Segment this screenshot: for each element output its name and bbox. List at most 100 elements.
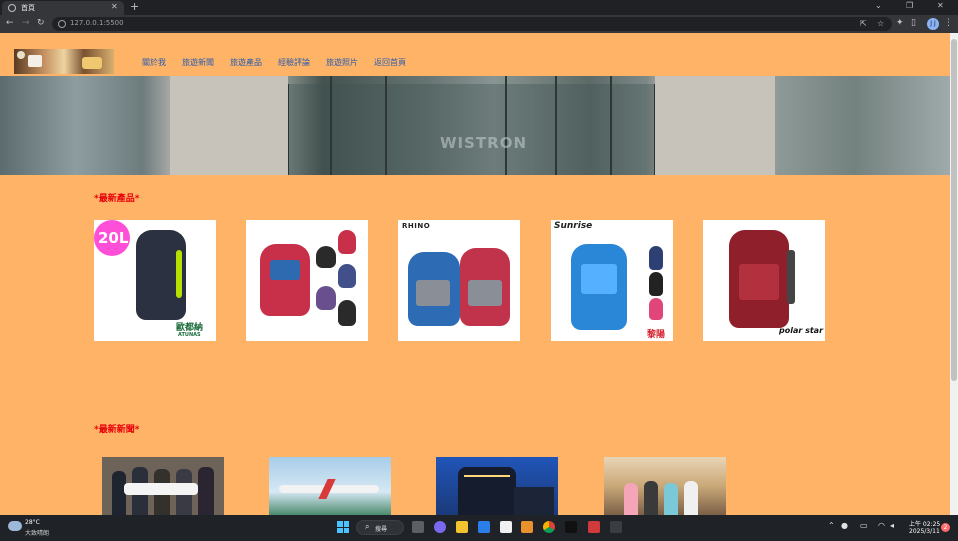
search-label: 搜尋 <box>375 526 388 533</box>
weather-icon[interactable] <box>8 521 22 531</box>
nav-travel-news[interactable]: 旅遊新聞 <box>182 57 214 68</box>
sublime-icon[interactable] <box>521 521 533 533</box>
display-icon[interactable]: ▭ <box>860 521 868 531</box>
sign-board <box>124 483 198 495</box>
banner-sign: WISTRON <box>440 134 528 152</box>
close-icon[interactable]: ✕ <box>111 2 118 11</box>
url-text: 127.0.0.1:5500 <box>70 19 124 27</box>
news-card[interactable] <box>102 457 224 515</box>
nav-reviews[interactable]: 經驗評論 <box>278 57 310 68</box>
extensions-icon[interactable]: ✦ <box>896 18 904 29</box>
building-wing <box>514 487 554 515</box>
minimize-icon[interactable]: ⌄ <box>875 1 882 10</box>
notepad-icon[interactable] <box>500 521 512 533</box>
banner-frame <box>555 76 557 175</box>
banner-pillar <box>170 76 288 175</box>
taskbar-search[interactable]: ⌕ 搜尋 <box>356 520 404 535</box>
scrollbar-thumb[interactable] <box>951 39 957 381</box>
person-figure <box>624 483 638 515</box>
person-figure <box>198 467 214 515</box>
reload-icon[interactable]: ↻ <box>37 18 45 29</box>
news-card[interactable] <box>604 457 726 515</box>
chevron-up-icon[interactable]: ⌃ <box>828 521 835 531</box>
backpack-thumb <box>649 298 663 320</box>
nav-home[interactable]: 返回首頁 <box>374 57 406 68</box>
url-input[interactable]: 127.0.0.1:5500 ⇱ ☆ <box>52 17 892 31</box>
main-nav: 關於我 旅遊新聞 旅遊產品 經驗評論 旅遊照片 返回首頁 <box>142 57 422 68</box>
back-icon[interactable]: ← <box>6 18 14 29</box>
backpack-pocket <box>468 280 502 306</box>
file-explorer-icon[interactable] <box>456 521 468 533</box>
task-view-icon[interactable] <box>412 521 424 533</box>
product-card[interactable]: RHINO <box>398 220 520 341</box>
chat-icon[interactable] <box>434 521 446 533</box>
profile-avatar[interactable]: J J <box>927 18 939 30</box>
chrome-icon[interactable] <box>543 521 555 533</box>
clock-time[interactable]: 上午 02:25 <box>909 519 940 528</box>
product-card[interactable]: Sunrise 黎陽 <box>551 220 673 341</box>
product-card[interactable]: 20L 歐都納 ATUNAS <box>94 220 216 341</box>
banner-frame <box>385 76 387 175</box>
globe-icon <box>8 4 16 12</box>
backpack-thumb <box>649 246 663 270</box>
backpack-pocket <box>416 280 450 306</box>
banner-frame <box>610 76 612 175</box>
menu-icon[interactable]: ⋮ <box>944 18 953 29</box>
backpack-strap <box>787 250 795 304</box>
hero-banner: WISTRON <box>0 76 950 175</box>
clock-date[interactable]: 2025/3/11 <box>909 528 940 535</box>
nav-about[interactable]: 關於我 <box>142 57 166 68</box>
product-card[interactable]: polar star <box>703 220 825 341</box>
tab-title: 首頁 <box>21 4 35 12</box>
backpack-pocket <box>739 264 779 300</box>
backpack-thumb <box>338 230 356 254</box>
restore-icon[interactable]: ❐ <box>906 1 913 10</box>
nav-photos[interactable]: 旅遊照片 <box>326 57 358 68</box>
page-scrollbar[interactable] <box>950 33 958 515</box>
backpack-thumb <box>316 286 336 310</box>
size-badge-text: 20L <box>98 229 129 247</box>
tab-home[interactable]: 首頁 ✕ <box>2 1 124 15</box>
coffee-cup-image <box>28 55 42 67</box>
site-info-icon[interactable] <box>58 20 66 28</box>
app-icon[interactable] <box>610 521 622 533</box>
star-icon[interactable]: ☆ <box>877 19 884 28</box>
volume-icon[interactable]: ◂ <box>890 521 894 531</box>
weather-desc: 大致晴朗 <box>25 530 50 537</box>
person-figure <box>684 481 698 515</box>
terminal-icon[interactable] <box>565 521 577 533</box>
cake-image <box>82 57 102 69</box>
tray-app-icon[interactable]: ● <box>841 521 848 531</box>
backpack-pattern <box>270 260 300 280</box>
backpack-image <box>260 244 310 316</box>
news-card[interactable] <box>269 457 391 515</box>
page-viewport: 關於我 旅遊新聞 旅遊產品 經驗評論 旅遊照片 返回首頁 WISTRON *最新… <box>0 33 958 515</box>
brand-label: Sunrise <box>554 221 593 231</box>
forward-icon[interactable]: → <box>22 18 30 29</box>
nav-travel-products[interactable]: 旅遊產品 <box>230 57 262 68</box>
brand-label: polar star <box>779 326 824 335</box>
banner-glass <box>288 84 655 175</box>
window-close-icon[interactable]: ✕ <box>937 1 944 10</box>
product-card[interactable] <box>246 220 368 341</box>
backpack-thumb <box>338 300 356 326</box>
person-figure <box>664 483 678 515</box>
notification-badge[interactable]: 2 <box>941 523 950 532</box>
backpack-thumb <box>338 264 356 288</box>
mail-icon[interactable] <box>478 521 490 533</box>
wifi-icon[interactable]: ◠ <box>878 521 885 531</box>
side-panel-icon[interactable]: ▯ <box>911 18 916 29</box>
new-tab-button[interactable]: + <box>130 0 139 14</box>
banner-frame <box>330 76 332 175</box>
search-icon: ⌕ <box>365 522 370 531</box>
logo-mark <box>17 51 25 59</box>
app-icon[interactable] <box>588 521 600 533</box>
start-icon[interactable] <box>337 521 349 533</box>
cast-icon[interactable]: ⇱ <box>860 19 867 28</box>
site-logo[interactable] <box>14 49 114 74</box>
news-card[interactable] <box>436 457 558 515</box>
backpack-pocket <box>581 264 617 294</box>
brand-sub-label: ATUNAS <box>178 332 201 338</box>
weather-temp: 28°C <box>25 519 40 526</box>
address-bar: ← → ↻ 127.0.0.1:5500 ⇱ ☆ ✦ ▯ J J ⋮ <box>0 15 958 33</box>
